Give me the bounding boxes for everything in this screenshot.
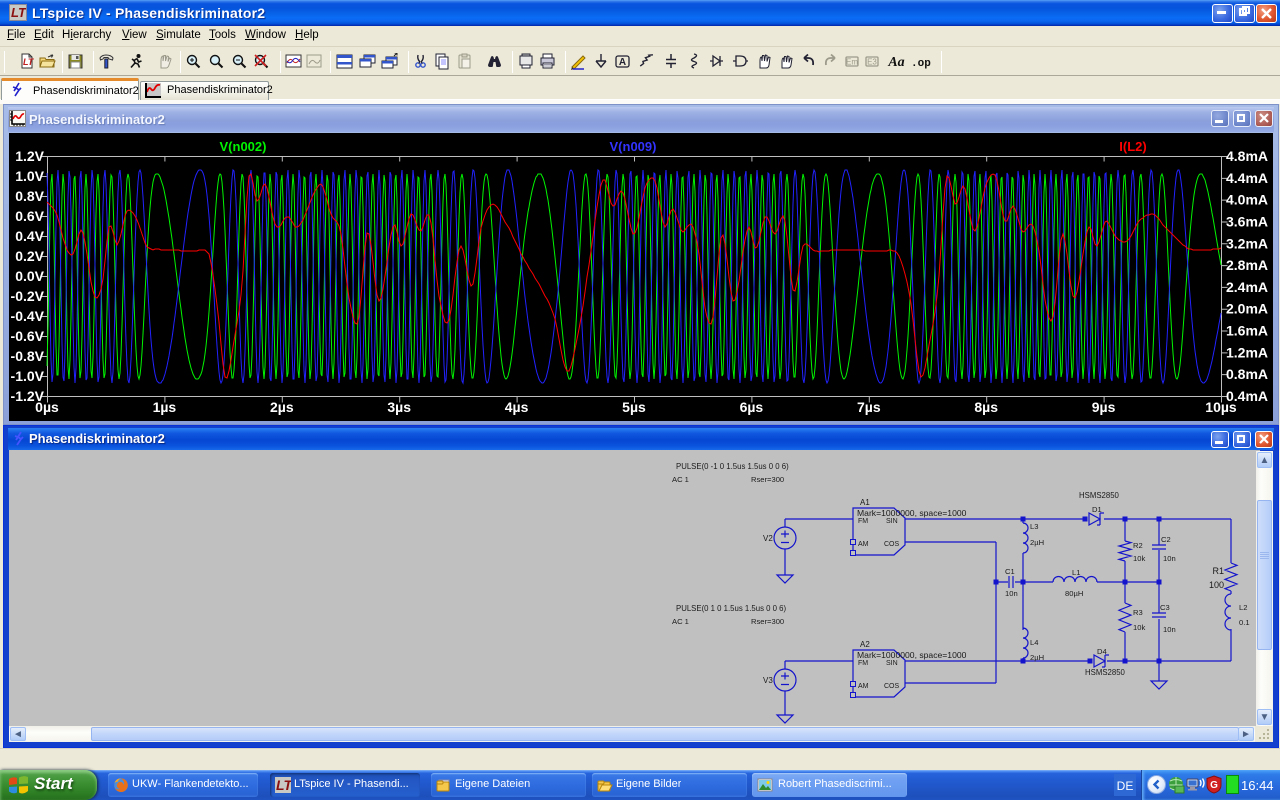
svg-text:Rser=300: Rser=300 <box>751 617 784 626</box>
svg-text:V2: V2 <box>763 534 773 543</box>
svg-text:HSMS2850: HSMS2850 <box>1079 491 1120 500</box>
svg-text:FM: FM <box>858 660 868 667</box>
svg-text:Mark=1000000, space=1000: Mark=1000000, space=1000 <box>857 650 967 660</box>
svg-text:G: G <box>1210 780 1218 791</box>
svg-text:0.4V: 0.4V <box>15 228 44 244</box>
svg-text:0.6V: 0.6V <box>15 208 44 224</box>
svg-text:80µH: 80µH <box>1065 589 1083 598</box>
svg-text:3.6mA: 3.6mA <box>1226 213 1268 229</box>
svg-text:-0.6V: -0.6V <box>11 328 45 344</box>
svg-text:R2: R2 <box>1133 541 1143 550</box>
svg-text:-0.8V: -0.8V <box>11 348 45 364</box>
svg-text:2µH: 2µH <box>1030 538 1044 547</box>
svg-text:0.1: 0.1 <box>1239 618 1250 627</box>
svg-text:AC 1: AC 1 <box>672 475 689 484</box>
svg-text:L2: L2 <box>1239 603 1247 612</box>
svg-text:4.0mA: 4.0mA <box>1226 192 1268 208</box>
svg-text:3µs: 3µs <box>387 399 411 415</box>
svg-text:PULSE(0 1 0 1.5us 1.5us 0 0 6): PULSE(0 1 0 1.5us 1.5us 0 0 6) <box>676 604 786 613</box>
svg-text:0.8mA: 0.8mA <box>1226 366 1268 382</box>
svg-text:AC 1: AC 1 <box>672 617 689 626</box>
svg-text:10n: 10n <box>1163 625 1176 634</box>
svg-text:Em: Em <box>846 58 858 67</box>
svg-text:-1.0V: -1.0V <box>11 368 45 384</box>
svg-text:7µs: 7µs <box>857 399 881 415</box>
svg-text:100: 100 <box>1209 580 1224 590</box>
svg-text:2.8mA: 2.8mA <box>1226 257 1268 273</box>
svg-text:10k: 10k <box>1133 623 1145 632</box>
svg-text:1.2V: 1.2V <box>15 148 44 164</box>
svg-text:V(n009): V(n009) <box>610 139 657 154</box>
svg-text:0.2V: 0.2V <box>15 248 44 264</box>
svg-text:A1: A1 <box>860 498 870 507</box>
svg-text:PULSE(0 -1 0 1.5us 1.5us 0 0 6: PULSE(0 -1 0 1.5us 1.5us 0 0 6) <box>676 462 789 471</box>
svg-text:LT: LT <box>23 57 35 67</box>
svg-text:V3: V3 <box>763 676 773 685</box>
svg-text:0.0V: 0.0V <box>15 268 44 284</box>
svg-text:5µs: 5µs <box>622 399 646 415</box>
svg-text:E3: E3 <box>867 58 877 67</box>
svg-text:I(L2): I(L2) <box>1119 139 1146 154</box>
svg-text:SIN: SIN <box>886 660 898 667</box>
svg-text:0µs: 0µs <box>35 399 59 415</box>
svg-text:10µs: 10µs <box>1205 399 1237 415</box>
svg-text:D1: D1 <box>1092 505 1102 514</box>
svg-text:10n: 10n <box>1005 589 1018 598</box>
svg-text:LT: LT <box>276 777 291 793</box>
svg-text:AM: AM <box>858 541 869 548</box>
svg-text:A2: A2 <box>860 640 870 649</box>
svg-text:1.2mA: 1.2mA <box>1226 344 1268 360</box>
svg-text:2.0mA: 2.0mA <box>1226 301 1268 317</box>
svg-text:Mark=1000000, space=1000: Mark=1000000, space=1000 <box>857 508 967 518</box>
svg-text:V(n002): V(n002) <box>220 139 267 154</box>
svg-text:D4: D4 <box>1097 647 1107 656</box>
svg-text:8µs: 8µs <box>974 399 998 415</box>
svg-text:-0.4V: -0.4V <box>11 308 45 324</box>
svg-text:6µs: 6µs <box>740 399 764 415</box>
svg-text:4.4mA: 4.4mA <box>1226 170 1268 186</box>
svg-text:Rser=300: Rser=300 <box>751 475 784 484</box>
svg-text:9µs: 9µs <box>1092 399 1116 415</box>
svg-text:2µs: 2µs <box>270 399 294 415</box>
svg-text:COS: COS <box>884 683 900 690</box>
svg-text:4.8mA: 4.8mA <box>1226 148 1268 164</box>
svg-text:3.2mA: 3.2mA <box>1226 235 1268 251</box>
svg-text:COS: COS <box>884 541 900 548</box>
svg-text:L4: L4 <box>1030 638 1038 647</box>
svg-text:LT: LT <box>11 5 26 20</box>
svg-text:2.4mA: 2.4mA <box>1226 279 1268 295</box>
svg-text:HSMS2850: HSMS2850 <box>1085 668 1126 677</box>
svg-text:1.0V: 1.0V <box>15 168 44 184</box>
svg-text:10k: 10k <box>1133 554 1145 563</box>
svg-text:1µs: 1µs <box>153 399 177 415</box>
svg-text:R1: R1 <box>1212 566 1224 576</box>
svg-text:L3: L3 <box>1030 522 1038 531</box>
svg-text:2µH: 2µH <box>1030 653 1044 662</box>
svg-text:AM: AM <box>858 683 869 690</box>
svg-text:C2: C2 <box>1161 535 1171 544</box>
svg-text:10n: 10n <box>1163 554 1176 563</box>
svg-text:A: A <box>619 57 626 68</box>
svg-text:R3: R3 <box>1133 608 1143 617</box>
svg-text:C3: C3 <box>1160 603 1170 612</box>
svg-text:L1: L1 <box>1072 568 1080 577</box>
svg-text:SIN: SIN <box>886 518 898 525</box>
svg-text:-0.2V: -0.2V <box>11 288 45 304</box>
svg-text:0.8V: 0.8V <box>15 188 44 204</box>
svg-text:1.6mA: 1.6mA <box>1226 323 1268 339</box>
svg-text:C1: C1 <box>1005 567 1015 576</box>
svg-text:4µs: 4µs <box>505 399 529 415</box>
svg-text:FM: FM <box>858 518 868 525</box>
